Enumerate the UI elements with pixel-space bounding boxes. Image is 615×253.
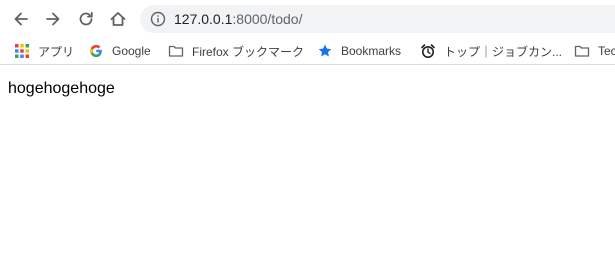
- home-button[interactable]: [106, 7, 130, 31]
- arrow-left-icon: [14, 12, 28, 26]
- bookmark-tec-folder[interactable]: Tec: [574, 41, 615, 61]
- bookmark-label: Firefox ブックマーク: [192, 44, 305, 59]
- reload-button[interactable]: [74, 7, 98, 31]
- bookmark-label: Tec: [598, 44, 615, 58]
- bookmark-label: アプリ: [38, 44, 75, 59]
- arrow-right-icon: [46, 12, 60, 26]
- forward-button[interactable]: [41, 7, 65, 31]
- folder-icon: [168, 45, 184, 57]
- home-icon: [110, 12, 126, 26]
- star-icon: [318, 44, 332, 57]
- bookmark-jobcan[interactable]: トップ｜ジョブカン...: [420, 41, 562, 61]
- google-g-icon: [90, 45, 102, 57]
- bookmark-label: Bookmarks: [341, 44, 402, 58]
- address-bar[interactable]: 127.0.0.1:8000/todo/: [140, 5, 615, 33]
- bookmark-google[interactable]: Google: [88, 41, 151, 61]
- alarm-clock-icon: [421, 44, 435, 58]
- browser-toolbar: 127.0.0.1:8000/todo/: [0, 0, 615, 38]
- bookmark-firefox-folder[interactable]: Firefox ブックマーク: [168, 41, 304, 61]
- url-host: 127.0.0.1: [174, 11, 233, 27]
- reload-icon: [79, 11, 93, 26]
- bookmarks-bar: アプリ Google Firefox ブックマーク Bookmarks トップ｜…: [0, 38, 615, 65]
- url-path: :8000/todo/: [232, 11, 303, 27]
- page-content-text: hogehogehoge: [8, 80, 115, 97]
- apps-grid-icon: [15, 44, 29, 58]
- bookmark-label: トップ｜ジョブカン...: [444, 44, 563, 59]
- bookmark-bookmarks[interactable]: Bookmarks: [317, 41, 401, 61]
- bookmark-label: Google: [112, 44, 151, 58]
- bookmark-apps[interactable]: アプリ: [14, 41, 74, 61]
- back-button[interactable]: [9, 7, 33, 31]
- info-icon[interactable]: [150, 11, 166, 27]
- url-text[interactable]: 127.0.0.1:8000/todo/: [174, 11, 302, 27]
- folder-icon: [574, 45, 590, 57]
